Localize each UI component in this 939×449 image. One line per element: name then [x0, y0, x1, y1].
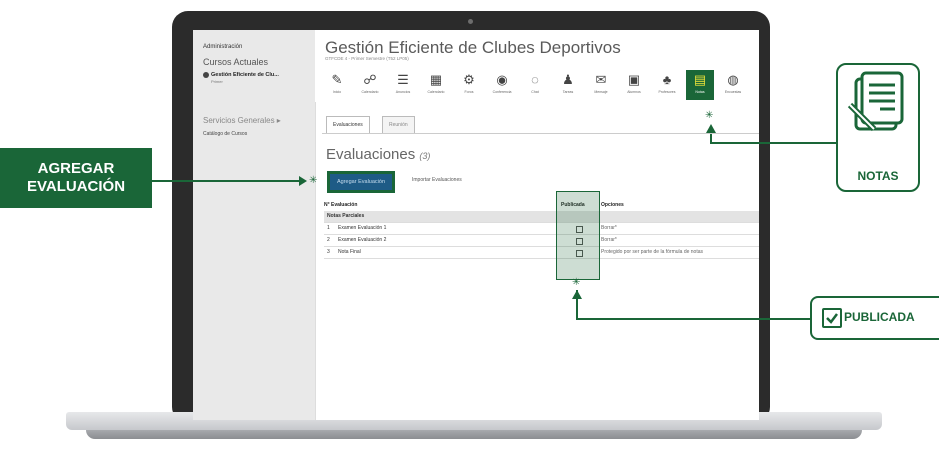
callout-publicada-card: PUBLICADA: [810, 296, 939, 340]
section-title: Evaluaciones (3): [326, 146, 430, 163]
toolbar-item-10[interactable]: ♣ Profesores: [653, 70, 681, 100]
callout-line: [576, 318, 810, 320]
notes-document-icon: [847, 71, 904, 132]
calendar-icon: ▦: [429, 72, 443, 87]
media-icon: ▣: [627, 72, 641, 87]
col-header-evaluacion: N° Evaluación: [324, 202, 358, 208]
page-title: Gestión Eficiente de Clubes Deportivos: [325, 38, 621, 57]
spark-icon: ✳: [309, 175, 318, 186]
app-screen: Administración Cursos Actuales Gestión E…: [193, 30, 759, 420]
section-title-text: Evaluaciones: [326, 146, 416, 163]
course-bullet-icon: [203, 72, 209, 78]
import-evaluations-link[interactable]: Importar Evaluaciones: [412, 177, 462, 183]
pencil-icon: ✎: [331, 72, 343, 87]
add-evaluation-button[interactable]: Agregar Evaluación: [327, 171, 396, 193]
sidebar-course-item[interactable]: Gestión Eficiente de Clu...: [211, 72, 279, 78]
evaluation-count: (3): [419, 151, 431, 161]
table-row: 3 Nota Final Protegido por ser parte de …: [324, 247, 759, 259]
sidebar-course-sub: Primer: [211, 79, 223, 84]
callout-agregar-evaluacion: AGREGAR EVALUACIÓN: [0, 148, 152, 208]
tab-evaluaciones[interactable]: Evaluaciones: [326, 116, 370, 133]
arrow-right-icon: [299, 176, 307, 186]
grades-icon: ◍: [727, 72, 739, 87]
settings-icon: ◉: [496, 72, 508, 87]
toolbar-item-6[interactable]: ◌ Chat: [521, 70, 549, 100]
laptop-foot: [86, 430, 862, 439]
toolbar-item-7[interactable]: ♟ Tareas: [554, 70, 582, 100]
table-row: 1 Examen Evaluación 1 Borrar*: [324, 223, 759, 235]
toolbar-item-1[interactable]: ☍ Calendario: [356, 70, 384, 100]
speech-icon: ◌: [531, 72, 539, 87]
spark-icon: ✳: [705, 110, 714, 121]
sidebar-cursos-title: Cursos Actuales: [203, 57, 269, 67]
table-row: 2 Examen Evaluación 2 Borrar*: [324, 235, 759, 247]
toolbar-item-2[interactable]: ☰ Anuncios: [389, 70, 417, 100]
page-subtitle: GTFCDE 4 - Primer Semestre (T52 LP05): [325, 56, 409, 61]
publicada-column-highlight: [556, 191, 600, 280]
toolbar-item-3[interactable]: ▦ Calendario: [422, 70, 450, 100]
notes-icon: ▤: [693, 72, 707, 87]
tab-divider: [322, 133, 759, 134]
camera-dot: [468, 19, 473, 24]
arrow-up-icon: [572, 290, 582, 299]
callout-notas-card: NOTAS: [836, 63, 920, 192]
sidebar-servicios[interactable]: Servicios Generales ▸: [203, 116, 281, 125]
arrow-up-icon: [706, 124, 716, 133]
sidebar-catalogo-link[interactable]: Catálogo de Cursos: [203, 131, 247, 137]
toolbar-item-9[interactable]: ▣ Alumnos: [620, 70, 648, 100]
checkbox-icon: [822, 308, 842, 328]
main-content: Evaluaciones Reunión Evaluaciones (3) Ag…: [315, 102, 759, 420]
person-icon: ♟: [562, 72, 574, 87]
callout-publicada-label: PUBLICADA: [844, 310, 915, 324]
toolbar-item-notas[interactable]: ▤ Notas: [686, 70, 714, 100]
callout-line: [710, 142, 836, 144]
chat-icon: ☍: [363, 72, 377, 87]
sidebar: Administración Cursos Actuales Gestión E…: [193, 30, 315, 420]
toolbar-item-5[interactable]: ◉ Conferencia: [488, 70, 516, 100]
table-group-row: Notas Parciales: [324, 211, 759, 223]
col-header-opciones: Opciones: [601, 202, 624, 208]
toolbar-item-4[interactable]: ⚙ Foros: [455, 70, 483, 100]
users-icon: ♣: [662, 72, 672, 87]
callout-notas-label: NOTAS: [857, 169, 899, 183]
spark-icon: ✳: [572, 277, 581, 288]
tab-reunion[interactable]: Reunión: [382, 116, 415, 133]
toolbar-item-0[interactable]: ✎ Inicio: [323, 70, 351, 100]
list-icon: ☰: [397, 72, 409, 87]
mail-icon: ✉: [595, 72, 607, 87]
sidebar-admin-link[interactable]: Administración: [203, 44, 242, 50]
toolbar-item-12[interactable]: ◍ Encuestas: [719, 70, 747, 100]
course-toolbar: ✎ Inicio ☍ Calendario ☰ Anuncios ▦ Calendari…: [323, 70, 759, 100]
tools-icon: ⚙: [463, 72, 475, 87]
toolbar-item-8[interactable]: ✉ Mensaje: [587, 70, 615, 100]
callout-line: [152, 180, 300, 182]
